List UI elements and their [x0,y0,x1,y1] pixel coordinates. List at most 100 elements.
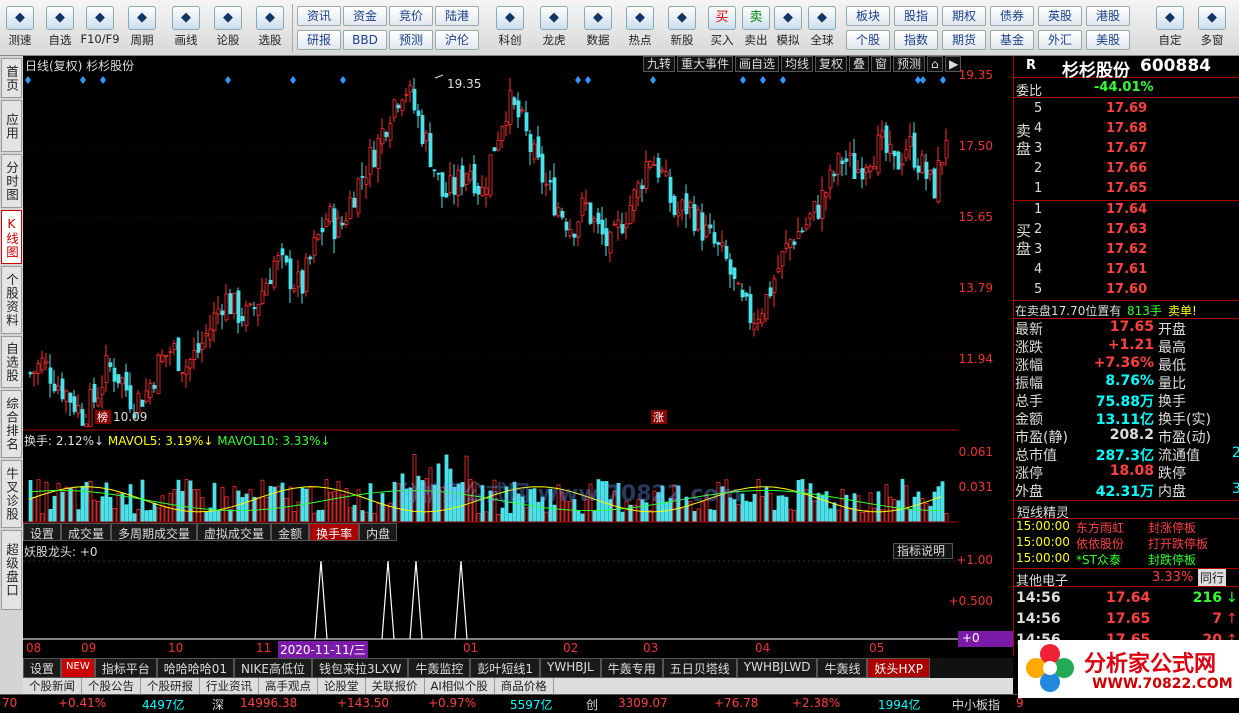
indicator-tab-6[interactable]: 牛轰监控 [408,658,471,678]
vol-tab-1[interactable]: 成交量 [61,523,112,541]
toolbar-grid-button[interactable]: 板块 [846,6,890,26]
indicator-tab-8[interactable]: YWHBJL [540,658,601,678]
toolbar-grid-button[interactable]: 个股 [846,30,890,50]
left-tab-7[interactable]: 牛叉诊股 [1,460,22,528]
vol-tab-0[interactable]: 设置 [23,523,62,541]
sell-level-row[interactable]: 1 17.65 [1014,181,1239,200]
toolbar-pencil-button[interactable]: ◆ 画线 [166,4,206,52]
news-tab-5[interactable]: 论股堂 [318,678,366,694]
indicator-tab-5[interactable]: 钱包来拉3LXW [311,658,409,678]
toolbar-custom-button[interactable]: ◆ 自定 [1150,4,1190,52]
chart-tool-1[interactable]: 重大事件 [677,56,733,72]
toolbar-grid-button[interactable]: 期货 [942,30,986,50]
toolbar-period-button[interactable]: ◆ 周期 [122,4,162,52]
candlestick-svg[interactable]: 19.35 10.09 榜 涨 [23,73,958,448]
toolbar-newstock-button[interactable]: ◆ 新股 [662,4,702,52]
toolbar-grid-button[interactable]: 指数 [894,30,938,50]
toolbar-hot-button[interactable]: ◆ 热点 [620,4,660,52]
toolbar-dragon-button[interactable]: ◆ 龙虎 [534,4,574,52]
buy-level-row[interactable]: 5 17.60 [1014,282,1239,301]
vol-tab-5[interactable]: 换手率 [309,523,360,541]
chart-tool-7[interactable]: 预测 [893,56,925,72]
indicator-tab-3[interactable]: 哈哈哈哈01 [156,658,234,678]
news-tab-3[interactable]: 行业资讯 [200,678,259,694]
toolbar-f10-button[interactable]: ◆ F10/F9 [80,4,120,52]
indicator-tab-11[interactable]: YWHBJLWD [736,658,818,678]
indicator-tab-10[interactable]: 五日贝塔线 [662,658,737,678]
left-tab-8[interactable]: 超级盘口 [1,530,22,610]
kline-chart-area[interactable]: 日线(复权) 杉杉股份 九转 重大事件 画自选 均线 复权叠窗预测 ⌂ ▶ 19.35 10.… [23,56,1013,658]
toolbar-pe-button[interactable]: ◆ 数据 [578,4,618,52]
buy-level-row[interactable]: 2 17.63 [1014,222,1239,241]
toolbar-label: 新股 [670,33,694,47]
toolbar-grid-button[interactable]: 港股 [1086,6,1130,26]
toolbar-grid-button[interactable]: 美股 [1086,30,1130,50]
toolbar-grid-button[interactable]: 外汇 [1038,30,1082,50]
left-tab-5[interactable]: 自选股 [1,336,22,388]
indicator-tab-12[interactable]: 牛轰线 [817,658,868,678]
indicator-svg[interactable] [23,559,958,641]
toolbar-grid-button[interactable]: 英股 [1038,6,1082,26]
chart-tool-6[interactable]: 窗 [871,56,891,72]
indicator-explain-button[interactable]: 指标说明 [893,543,953,559]
toolbar-grid-button[interactable]: BBD [343,30,387,50]
news-tab-6[interactable]: 关联报价 [366,678,425,694]
chart-tool-4[interactable]: 复权 [815,56,847,72]
news-tab-2[interactable]: 个股研报 [141,678,200,694]
toolbar-grid-button[interactable]: 资讯 [297,6,341,26]
toolbar-grid-button[interactable]: 研报 [297,30,341,50]
left-tab-2[interactable]: 分时图 [1,154,22,208]
vol-tab-2[interactable]: 多周期成交量 [111,523,198,541]
news-tab-1[interactable]: 个股公告 [82,678,141,694]
toolbar-grid-button[interactable]: 陆港 [435,6,479,26]
toolbar-grid-button[interactable]: 竞价 [389,6,433,26]
chart-tool-0[interactable]: 九转 [643,56,675,72]
buy-level-row[interactable]: 4 17.61 [1014,262,1239,281]
toolbar-chart-button[interactable]: ◆ 科创 [490,4,530,52]
left-tab-4[interactable]: 个股资料 [1,266,22,334]
buy-level-row[interactable]: 3 17.62 [1014,242,1239,261]
news-tab-8[interactable]: 商品价格 [495,678,554,694]
toolbar-multiwindow-button[interactable]: ◆ 多窗 [1192,4,1232,52]
indicator-tab-13[interactable]: 妖头HXP [867,658,930,678]
news-tab-4[interactable]: 高手观点 [259,678,318,694]
toolbar-grid-button[interactable]: 债券 [990,6,1034,26]
left-tab-1[interactable]: 应用 [1,100,22,152]
sell-level-row[interactable]: 5 17.69 [1014,101,1239,120]
left-tab-6[interactable]: 综合排名 [1,390,22,458]
sell-level-row[interactable]: 4 17.68 [1014,121,1239,140]
chart-tool-3[interactable]: 均线 [781,56,813,72]
toolbar-grid-button[interactable]: 沪伦 [435,30,479,50]
indicator-tab-7[interactable]: 彭叶短线1 [470,658,541,678]
indicator-tab-9[interactable]: 牛轰专用 [600,658,663,678]
toolbar-grid-button[interactable]: 期权 [942,6,986,26]
indicator-tab-0[interactable]: 设置 [23,658,62,678]
toolbar-clock-button[interactable]: ◆ 测速 [0,4,40,52]
news-tab-7[interactable]: AI相似个股 [425,678,495,694]
left-tab-3[interactable]: K线图 [1,210,22,264]
toolbar-globe-button[interactable]: ◆ 全球 [802,4,842,52]
vol-tab-3[interactable]: 虚拟成交量 [197,523,272,541]
toolbar-star-button[interactable]: ◆ 自选 [40,4,80,52]
left-tab-0[interactable]: 首页 [1,58,22,98]
toolbar-grid-button[interactable]: 股指 [894,6,938,26]
sell-level-row[interactable]: 2 17.66 [1014,161,1239,180]
toolbar-select-stock-button[interactable]: ◆ 选股 [250,4,290,52]
chart-tool-2[interactable]: 画自选 [735,56,779,72]
vol-tab-4[interactable]: 金额 [271,523,310,541]
sell-level-row[interactable]: 3 17.67 [1014,141,1239,160]
indicator-tab-2[interactable]: 指标平台 [94,658,157,678]
news-tab-0[interactable]: 个股新闻 [23,678,82,694]
toolbar-discuss-button[interactable]: ◆ 论股 [208,4,248,52]
toolbar-grid-button[interactable]: 基金 [990,30,1034,50]
buy-level-row[interactable]: 1 17.64 [1014,202,1239,221]
candle-body [72,396,77,413]
indicator-tab-4[interactable]: NIKE高低位 [234,658,312,678]
sector-row[interactable]: 其他电子 3.33% 同行 [1014,568,1239,589]
toolbar-grid-button[interactable]: 资金 [343,6,387,26]
chart-home-icon[interactable]: ⌂ [927,56,943,72]
vol-tab-6[interactable]: 内盘 [359,523,398,541]
sector-tab[interactable]: 同行 [1198,569,1227,586]
toolbar-grid-button[interactable]: 预测 [389,30,433,50]
chart-tool-5[interactable]: 叠 [849,56,869,72]
